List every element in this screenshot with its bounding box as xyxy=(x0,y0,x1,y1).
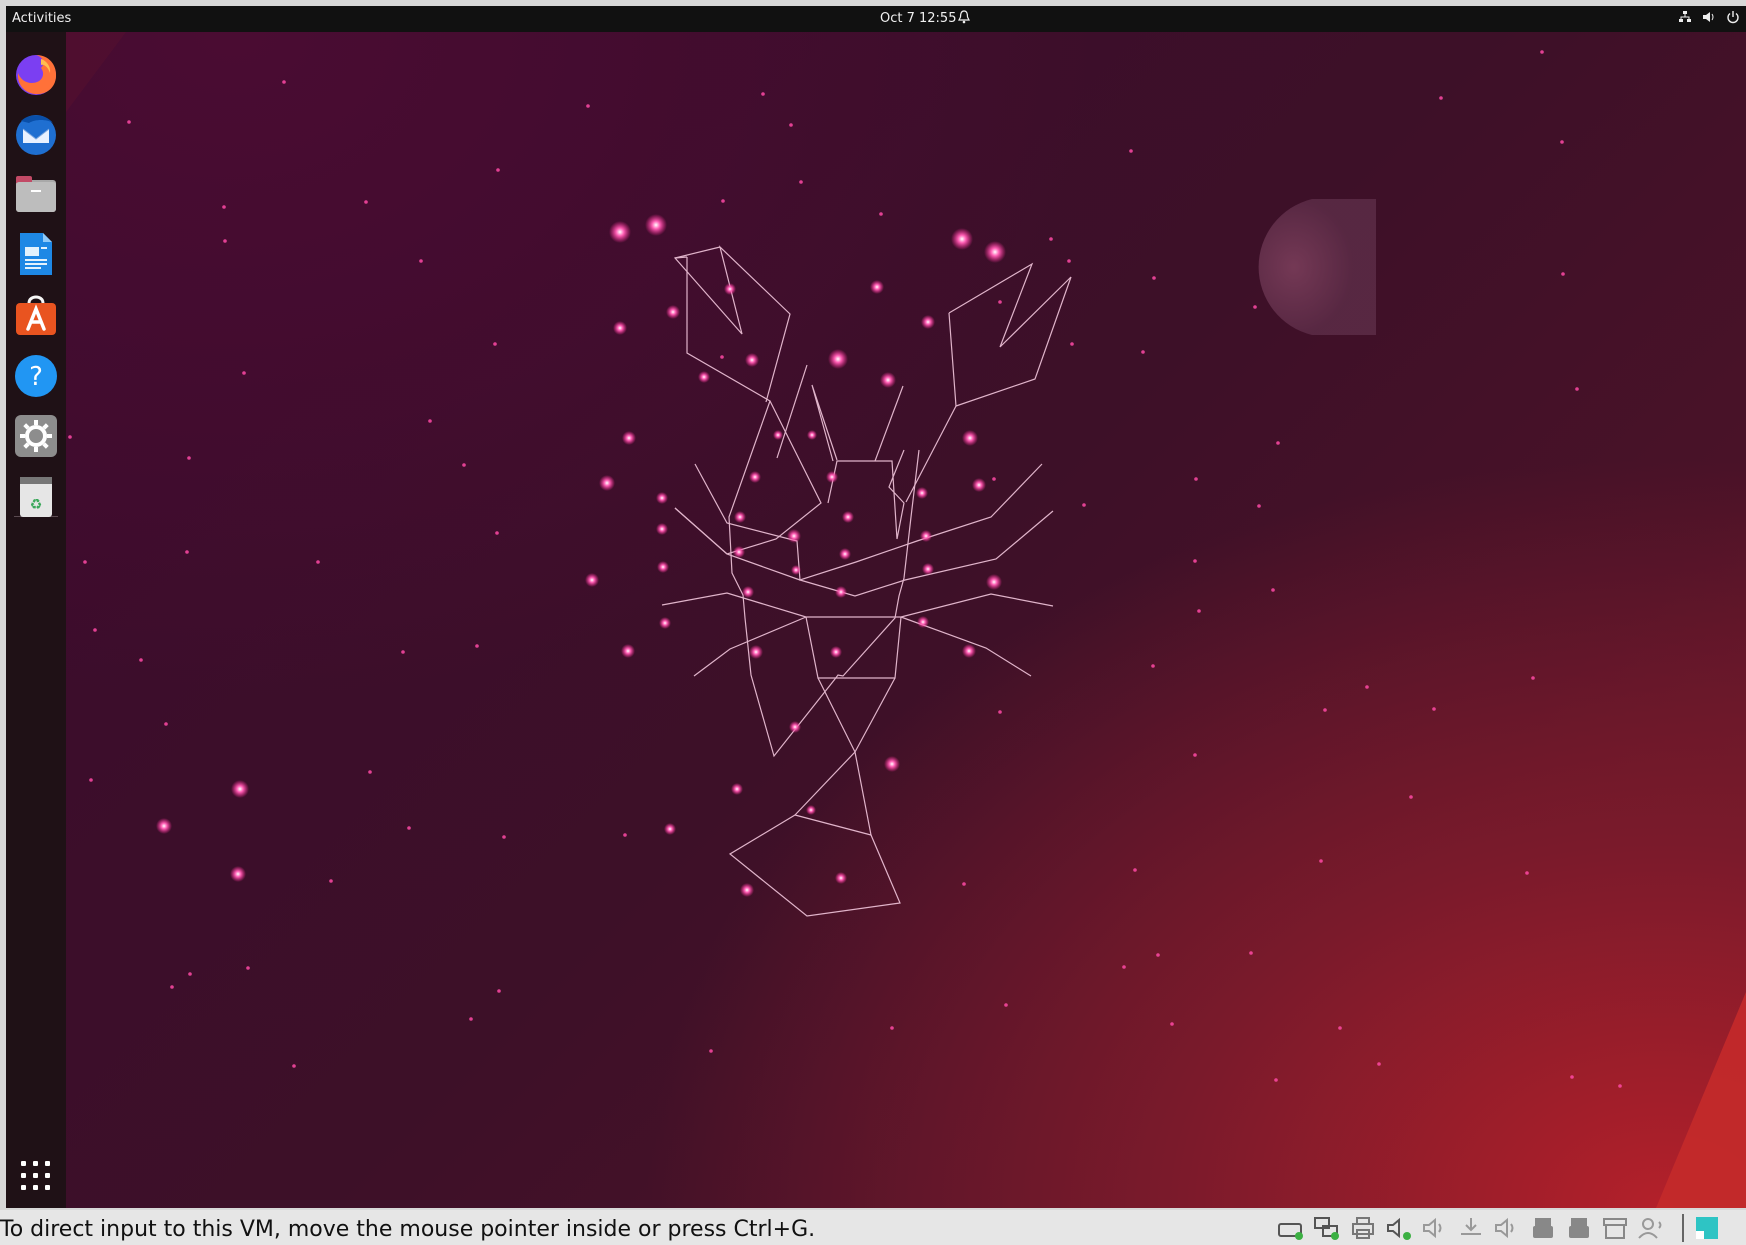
usb-icon-2[interactable] xyxy=(1564,1214,1594,1242)
svg-text:?: ? xyxy=(29,362,43,392)
help-icon[interactable]: ? xyxy=(12,352,60,400)
svg-text:♻: ♻ xyxy=(30,497,43,513)
vm-input-hint: To direct input to this VM, move the mou… xyxy=(0,1217,816,1242)
firefox-icon[interactable] xyxy=(12,50,60,98)
activities-button[interactable]: Activities xyxy=(12,11,71,26)
power-icon[interactable] xyxy=(1726,10,1740,24)
volume-icon[interactable] xyxy=(1702,10,1716,24)
speaker-icon[interactable] xyxy=(1492,1214,1522,1242)
usb-icon[interactable] xyxy=(1528,1214,1558,1242)
network-icon[interactable] xyxy=(1678,10,1692,24)
sound-off-icon[interactable] xyxy=(1420,1214,1450,1242)
show-apps-icon[interactable] xyxy=(12,1152,60,1200)
settings-icon[interactable] xyxy=(12,412,60,460)
wallpaper-constellation xyxy=(66,32,1746,1208)
archive-icon[interactable] xyxy=(1600,1214,1630,1242)
trash-icon[interactable]: ♻ xyxy=(12,472,60,520)
clock[interactable]: Oct 7 12:55 xyxy=(880,11,956,26)
top-bar: Activities Oct 7 12:55 xyxy=(6,6,1746,32)
vm-status-bar: To direct input to this VM, move the mou… xyxy=(0,1210,1746,1245)
desktop-wallpaper[interactable] xyxy=(66,32,1746,1208)
printer-icon[interactable] xyxy=(1348,1214,1378,1242)
writer-icon[interactable] xyxy=(12,230,60,278)
files-icon[interactable] xyxy=(12,170,60,218)
vm-display[interactable]: Activities Oct 7 12:55 ? ♻ xyxy=(6,6,1746,1208)
bell-icon xyxy=(958,10,970,28)
dock: ? ♻ xyxy=(6,32,66,1208)
thunderbird-icon[interactable] xyxy=(12,110,60,158)
vmware-icon[interactable] xyxy=(1682,1214,1722,1242)
user-icon[interactable] xyxy=(1636,1214,1666,1242)
software-icon[interactable] xyxy=(12,290,60,338)
network-adapter-icon[interactable] xyxy=(1312,1214,1342,1242)
hdd-icon[interactable] xyxy=(1276,1214,1306,1242)
sound-icon[interactable] xyxy=(1384,1214,1414,1242)
usb-download-icon[interactable] xyxy=(1456,1214,1486,1242)
